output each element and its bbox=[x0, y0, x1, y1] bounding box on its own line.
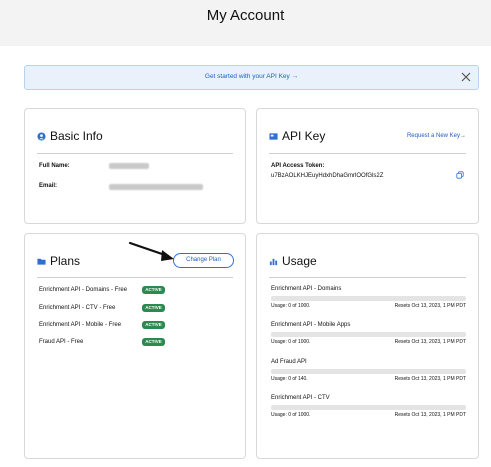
usage-reset: Resets Oct 13, 2023, 1 PM PDT bbox=[394, 376, 466, 382]
usage-item: Enrichment API - CTV Usage: 0 of 1000. R… bbox=[271, 395, 466, 425]
page-title: My Account bbox=[206, 7, 285, 24]
api-key-card: API Key Request a New Key→ API Access To… bbox=[256, 108, 479, 224]
api-key-title: API Key bbox=[282, 129, 326, 143]
plans-heading: Plans bbox=[37, 254, 80, 268]
plan-name: Enrichment API - Domains - Free bbox=[39, 287, 128, 293]
api-token-value: u7BzAOLKHJEuyHdxhDhaGmrlOOfGls2Z bbox=[271, 173, 384, 179]
usage-item: Ad Fraud API Usage: 0 of 140. Resets Oct… bbox=[271, 359, 466, 389]
active-badge: ACTIVE bbox=[142, 304, 165, 312]
api-token-label: API Access Token: bbox=[271, 163, 325, 169]
copy-icon[interactable] bbox=[456, 171, 464, 179]
usage-reset: Resets Oct 13, 2023, 1 PM PDT bbox=[394, 412, 466, 418]
email-value-redacted bbox=[109, 184, 203, 190]
active-badge: ACTIVE bbox=[142, 286, 165, 294]
user-circle-icon bbox=[37, 131, 46, 141]
active-badge: ACTIVE bbox=[142, 338, 165, 346]
usage-count: Usage: 0 of 1000. bbox=[271, 303, 311, 309]
usage-heading: Usage bbox=[269, 254, 317, 268]
usage-count: Usage: 0 of 1000. bbox=[271, 339, 311, 345]
plan-item: Fraud API - Free ACTIVE bbox=[39, 338, 234, 348]
usage-progress-bar bbox=[271, 296, 466, 301]
usage-name: Enrichment API - CTV bbox=[271, 395, 330, 401]
usage-reset: Resets Oct 13, 2023, 1 PM PDT bbox=[394, 339, 466, 345]
plan-name: Enrichment API - CTV - Free bbox=[39, 305, 116, 311]
usage-item: Enrichment API - Mobile Apps Usage: 0 of… bbox=[271, 322, 466, 352]
usage-name: Enrichment API - Mobile Apps bbox=[271, 322, 351, 328]
full-name-label: Full Name: bbox=[39, 163, 70, 169]
close-icon[interactable] bbox=[460, 71, 472, 83]
request-new-key-link[interactable]: Request a New Key→ bbox=[407, 133, 466, 139]
active-badge: ACTIVE bbox=[142, 321, 165, 329]
change-plan-button[interactable]: Change Plan bbox=[173, 253, 234, 268]
annotation-arrow bbox=[128, 240, 180, 264]
usage-item: Enrichment API - Domains Usage: 0 of 100… bbox=[271, 286, 466, 316]
usage-progress-bar bbox=[271, 369, 466, 374]
usage-card: Usage Enrichment API - Domains Usage: 0 … bbox=[256, 233, 479, 459]
plan-item: Enrichment API - Mobile - Free ACTIVE bbox=[39, 321, 234, 331]
usage-title: Usage bbox=[282, 254, 317, 268]
basic-info-title: Basic Info bbox=[50, 129, 103, 143]
plan-item: Enrichment API - Domains - Free ACTIVE bbox=[39, 286, 234, 296]
usage-progress-bar bbox=[271, 332, 466, 337]
divider bbox=[37, 153, 233, 154]
usage-count: Usage: 0 of 140. bbox=[271, 376, 308, 382]
divider bbox=[269, 153, 466, 154]
plans-card: Plans Change Plan Enrichment API - Domai… bbox=[24, 233, 246, 459]
basic-info-card: Basic Info Full Name: Email: bbox=[24, 108, 246, 224]
page-header: My Account bbox=[0, 0, 491, 46]
divider bbox=[269, 277, 466, 278]
plans-title: Plans bbox=[50, 254, 81, 268]
get-started-link[interactable]: Get started with your API Key → bbox=[25, 73, 478, 80]
full-name-value-redacted bbox=[109, 163, 149, 169]
usage-progress-bar bbox=[271, 405, 466, 410]
bar-chart-icon bbox=[269, 257, 278, 266]
basic-info-heading: Basic Info bbox=[37, 129, 103, 143]
api-key-banner: Get started with your API Key → bbox=[24, 65, 479, 90]
usage-reset: Resets Oct 13, 2023, 1 PM PDT bbox=[394, 303, 466, 309]
plan-item: Enrichment API - CTV - Free ACTIVE bbox=[39, 304, 234, 314]
api-key-heading: API Key bbox=[269, 129, 325, 143]
email-label: Email: bbox=[39, 183, 58, 189]
divider bbox=[37, 277, 233, 278]
usage-name: Ad Fraud API bbox=[271, 359, 307, 365]
folder-icon bbox=[37, 257, 46, 266]
key-card-icon bbox=[269, 132, 278, 141]
usage-name: Enrichment API - Domains bbox=[271, 286, 342, 292]
plan-name: Fraud API - Free bbox=[39, 339, 84, 345]
usage-count: Usage: 0 of 1000. bbox=[271, 412, 311, 418]
plan-name: Enrichment API - Mobile - Free bbox=[39, 322, 122, 328]
